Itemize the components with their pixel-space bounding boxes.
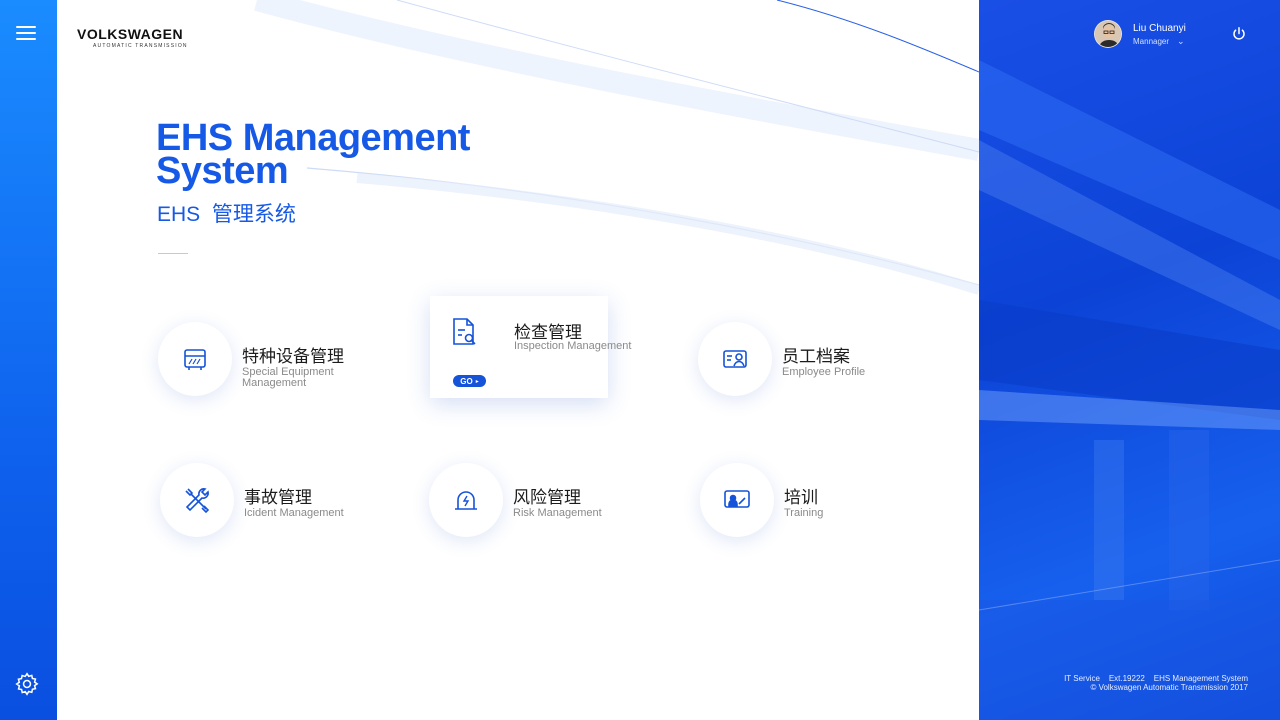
cabinet-icon xyxy=(184,349,206,370)
module-icon-circle xyxy=(698,322,772,396)
module-title-cn: 事故管理 xyxy=(244,488,312,507)
chevron-right-icon: ▸ xyxy=(475,378,479,385)
avatar[interactable] xyxy=(1094,20,1122,48)
user-name: Liu Chuanyi xyxy=(1133,22,1186,34)
page-title-line2: System xyxy=(156,150,289,192)
user-text: Liu Chuanyi Mannager ⌄ xyxy=(1133,23,1186,46)
brand-logo: VOLKSWAGEN AUTOMATIC TRANSMISSION xyxy=(77,26,188,49)
left-rail xyxy=(0,0,57,720)
user-role: Mannager ⌄ xyxy=(1133,37,1186,46)
module-title-en: Risk Management xyxy=(513,507,602,519)
user-role-label: Mannager xyxy=(1133,36,1170,46)
module-employee-profile[interactable]: 员工档案 Employee Profile xyxy=(698,322,938,396)
module-special-equipment[interactable]: 特种设备管理 Special Equipment Management xyxy=(158,322,398,396)
chevron-down-icon[interactable]: ⌄ xyxy=(1177,37,1185,46)
module-inspection[interactable]: 检查管理 Inspection Management GO ▸ xyxy=(430,296,631,398)
module-title-en: Special Equipment Management xyxy=(242,366,334,389)
module-title-en: Icident Management xyxy=(244,507,344,519)
main-panel: VOLKSWAGEN AUTOMATIC TRANSMISSION EHS Ma… xyxy=(57,0,979,720)
id-card-icon xyxy=(723,350,747,368)
brand-subtitle: AUTOMATIC TRANSMISSION xyxy=(93,43,188,49)
module-title-en: Training xyxy=(784,507,824,519)
module-icon-circle xyxy=(160,463,234,537)
power-icon[interactable] xyxy=(1231,26,1247,42)
module-title-en: Inspection Management xyxy=(514,340,632,352)
alert-lamp-icon xyxy=(455,491,477,510)
module-title-cn: 员工档案 xyxy=(782,347,850,366)
footer-info: IT Service Ext.19222 EHS Management Syst… xyxy=(1064,674,1248,692)
title-divider xyxy=(158,253,188,254)
module-risk[interactable]: 风险管理 Risk Management xyxy=(429,463,669,537)
module-title-en: Employee Profile xyxy=(782,366,866,378)
module-title-cn: 风险管理 xyxy=(513,488,581,507)
module-title-cn: 特种设备管理 xyxy=(242,347,344,366)
go-button-label: GO xyxy=(460,376,473,386)
page-title-cn: EHS 管理系统 xyxy=(157,203,296,226)
presentation-icon xyxy=(724,490,750,508)
right-panel: Liu Chuanyi Mannager ⌄ IT Service Ext.19… xyxy=(979,0,1280,720)
bridge-background-image xyxy=(979,60,1280,720)
footer-copyright: © Volkswagen Automatic Transmission 2017 xyxy=(1090,683,1248,692)
brand-name: VOLKSWAGEN xyxy=(77,26,184,42)
tools-icon xyxy=(185,488,210,514)
module-icon-circle xyxy=(700,463,774,537)
go-button[interactable]: GO ▸ xyxy=(453,375,486,387)
document-search-icon xyxy=(453,318,476,345)
module-icon-circle xyxy=(429,463,503,537)
module-incident[interactable]: 事故管理 Icident Management xyxy=(160,463,400,537)
user-profile[interactable]: Liu Chuanyi Mannager ⌄ xyxy=(1094,20,1186,48)
module-title-cn: 培训 xyxy=(784,488,818,507)
menu-icon[interactable] xyxy=(16,26,36,40)
module-icon-circle xyxy=(158,322,232,396)
settings-gear-icon[interactable] xyxy=(14,671,40,697)
page-title: EHS Management System xyxy=(156,119,536,192)
module-training[interactable]: 培训 Training xyxy=(700,463,940,537)
footer-line1: IT Service Ext.19222 EHS Management Syst… xyxy=(1064,674,1248,683)
